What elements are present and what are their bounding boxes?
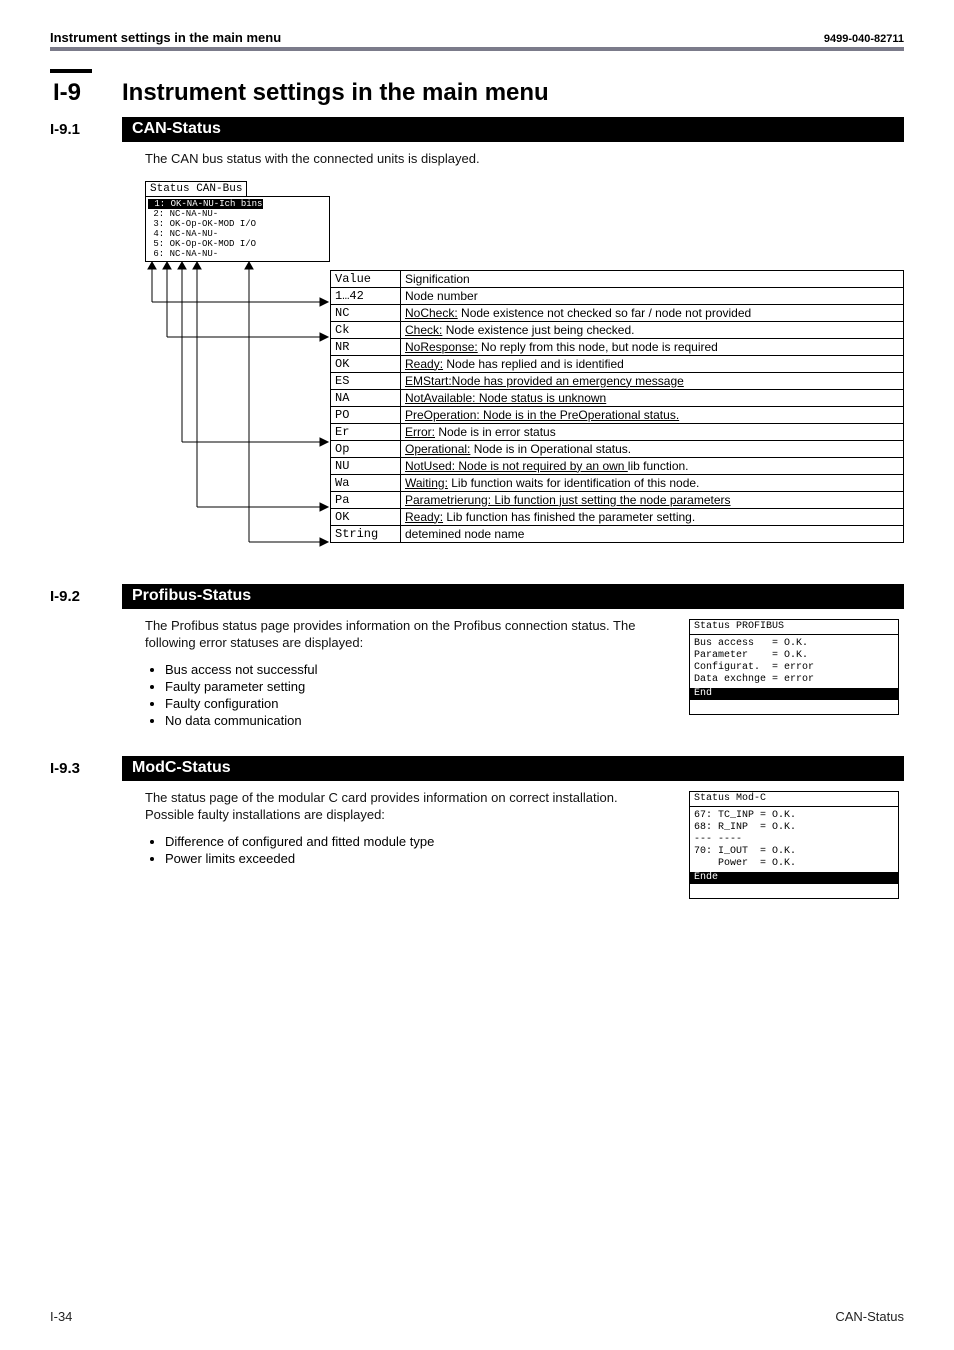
section-profibus: I-9.2 Profibus-Status xyxy=(50,584,904,609)
footer-left: I-34 xyxy=(50,1309,72,1324)
can-lcd-and-tree: Status CAN-Bus 1: OK-NA-NU-Ich bins 2: N… xyxy=(145,178,330,562)
list-item: No data communication xyxy=(165,713,649,728)
table-row: NANotAvailable: Node status is unknown xyxy=(331,389,904,406)
can-intro: The CAN bus status with the connected un… xyxy=(145,150,904,168)
list-item: Faulty parameter setting xyxy=(165,679,649,694)
list-item: Bus access not successful xyxy=(165,662,649,677)
page-header: Instrument settings in the main menu 949… xyxy=(50,30,904,51)
table-row: ValueSignification xyxy=(331,270,904,287)
modc-bullets: Difference of configured and fitted modu… xyxy=(165,834,649,866)
modc-lcd-body: 67: TC_INP = O.K. 68: R_INP = O.K. --- -… xyxy=(690,807,898,872)
list-item: Faulty configuration xyxy=(165,696,649,711)
section-num: I-9.1 xyxy=(50,117,122,142)
chapter-title: Instrument settings in the main menu xyxy=(100,79,549,107)
can-lcd-title: Status CAN-Bus xyxy=(145,181,247,197)
list-item: Difference of configured and fitted modu… xyxy=(165,834,649,849)
table-row: 1…42Node number xyxy=(331,287,904,304)
list-item: Power limits exceeded xyxy=(165,851,649,866)
chapter-header: I-9 Instrument settings in the main menu xyxy=(50,69,904,107)
footer-right: CAN-Status xyxy=(835,1309,904,1324)
chapter-tag: I-9 xyxy=(50,69,100,107)
table-row: CkCheck: Node existence just being check… xyxy=(331,321,904,338)
section-bar: CAN-Status xyxy=(122,117,904,142)
section-modc: I-9.3 ModC-Status xyxy=(50,756,904,781)
profibus-lcd-body: Bus access = O.K. Parameter = O.K. Confi… xyxy=(690,635,898,688)
section-num: I-9.3 xyxy=(50,756,122,781)
section-can: I-9.1 CAN-Status xyxy=(50,117,904,142)
table-row: ESEMStart:Node has provided an emergency… xyxy=(331,372,904,389)
profibus-lcd: Status PROFIBUS Bus access = O.K. Parame… xyxy=(689,619,899,715)
can-lcd-body: 1: OK-NA-NU-Ich bins 2: NC-NA-NU- 3: OK-… xyxy=(145,196,330,262)
table-row: NRNoResponse: No reply from this node, b… xyxy=(331,338,904,355)
table-row: OKReady: Node has replied and is identif… xyxy=(331,355,904,372)
modc-lcd: Status Mod-C 67: TC_INP = O.K. 68: R_INP… xyxy=(689,791,899,899)
table-row: OKReady: Lib function has finished the p… xyxy=(331,508,904,525)
table-row: NUNotUsed: Node is not required by an ow… xyxy=(331,457,904,474)
can-tree-diagram xyxy=(145,262,330,562)
table-row: WaWaiting: Lib function waits for identi… xyxy=(331,474,904,491)
table-row: PaParametrierung: Lib function just sett… xyxy=(331,491,904,508)
table-row: OpOperational: Node is in Operational st… xyxy=(331,440,904,457)
profibus-lcd-hl: End xyxy=(690,688,898,700)
table-row: Stringdetemined node name xyxy=(331,525,904,542)
page-footer: I-34 CAN-Status xyxy=(50,1309,904,1324)
profibus-bullets: Bus access not successful Faulty paramete… xyxy=(165,662,649,728)
profibus-lcd-title: Status PROFIBUS xyxy=(690,620,898,635)
table-row: POPreOperation: Node is in the PreOperat… xyxy=(331,406,904,423)
table-row: NCNoCheck: Node existence not checked so… xyxy=(331,304,904,321)
section-num: I-9.2 xyxy=(50,584,122,609)
table-row: ErError: Node is in error status xyxy=(331,423,904,440)
section-bar: ModC-Status xyxy=(122,756,904,781)
modc-lcd-hl: Ende xyxy=(690,872,898,884)
can-table: ValueSignification1…42Node numberNCNoChe… xyxy=(330,270,904,543)
header-right: 9499-040-82711 xyxy=(824,33,904,45)
modc-intro: The status page of the modular C card pr… xyxy=(145,789,649,824)
profibus-intro: The Profibus status page provides inform… xyxy=(145,617,649,652)
section-bar: Profibus-Status xyxy=(122,584,904,609)
header-left: Instrument settings in the main menu xyxy=(50,30,281,45)
modc-lcd-title: Status Mod-C xyxy=(690,792,898,807)
